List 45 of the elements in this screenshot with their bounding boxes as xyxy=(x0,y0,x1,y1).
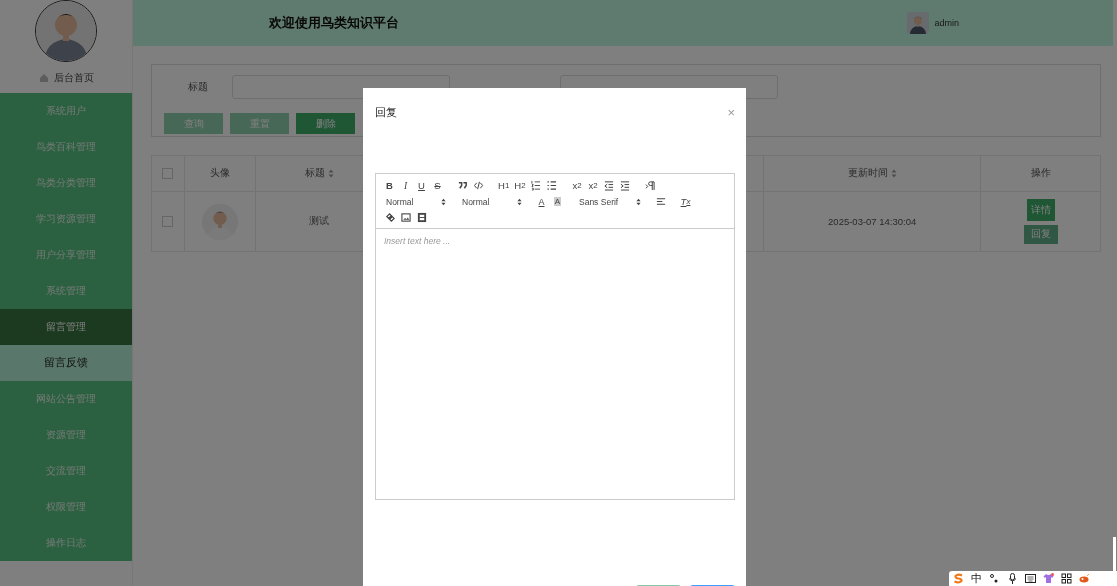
outdent-icon[interactable] xyxy=(603,179,615,192)
format-dropdown[interactable]: Normal xyxy=(460,196,522,207)
text-color-button[interactable]: A xyxy=(536,195,547,208)
grid-icon[interactable] xyxy=(1061,573,1072,584)
caret-icon xyxy=(441,197,446,206)
input-mode-toggle[interactable]: 中 xyxy=(971,571,982,586)
highlight-button[interactable]: A xyxy=(552,195,563,208)
column-header[interactable]: 更新时间 xyxy=(847,167,888,178)
field-label: 标题 xyxy=(187,80,209,94)
home-icon xyxy=(38,72,49,83)
format-dropdown[interactable]: Sans Serif xyxy=(577,196,641,207)
keyboard-icon[interactable] xyxy=(1025,573,1036,584)
image-icon[interactable] xyxy=(400,211,411,224)
checkbox[interactable] xyxy=(162,216,174,228)
shirt-icon[interactable] xyxy=(1043,573,1054,584)
logo-icon[interactable] xyxy=(953,573,964,584)
bullet-list-icon[interactable] xyxy=(546,179,558,192)
column-header: 操作 xyxy=(1030,167,1051,178)
page-title: 欢迎使用鸟类知识平台 xyxy=(269,14,400,32)
strike-button[interactable]: S xyxy=(432,179,443,192)
paragraph-icon[interactable] xyxy=(644,179,656,192)
dialog-title: 回复 xyxy=(375,104,397,120)
code-icon[interactable] xyxy=(473,179,484,192)
italic-button[interactable]: I xyxy=(400,179,411,192)
menu-item[interactable]: 后台首页 xyxy=(53,70,94,85)
indent-icon[interactable] xyxy=(619,179,631,192)
format-dropdown[interactable]: Normal xyxy=(384,196,446,207)
underline-button[interactable]: U xyxy=(416,179,427,192)
numbered-list-icon[interactable] xyxy=(530,179,542,192)
bold-button[interactable]: B xyxy=(384,179,395,192)
caret-icon xyxy=(517,197,522,206)
punctuation-icon[interactable] xyxy=(989,573,1000,584)
menu-item[interactable]: 留言管理 xyxy=(0,309,132,345)
submenu-item[interactable]: 留言反馈 xyxy=(0,345,132,381)
column-header: 头像 xyxy=(209,167,230,178)
align-icon[interactable] xyxy=(655,195,666,208)
checkbox[interactable] xyxy=(162,168,174,180)
user-name[interactable]: admin xyxy=(934,18,959,28)
table-cell: 2025-03-07 14:30:04 xyxy=(828,216,917,227)
link-icon[interactable] xyxy=(384,211,395,224)
column-header[interactable]: 标题 xyxy=(305,167,325,178)
caret-icon xyxy=(636,197,641,206)
film-icon[interactable] xyxy=(416,211,427,224)
microphone-icon[interactable] xyxy=(1007,573,1018,584)
table-cell: 测试 xyxy=(309,215,330,226)
